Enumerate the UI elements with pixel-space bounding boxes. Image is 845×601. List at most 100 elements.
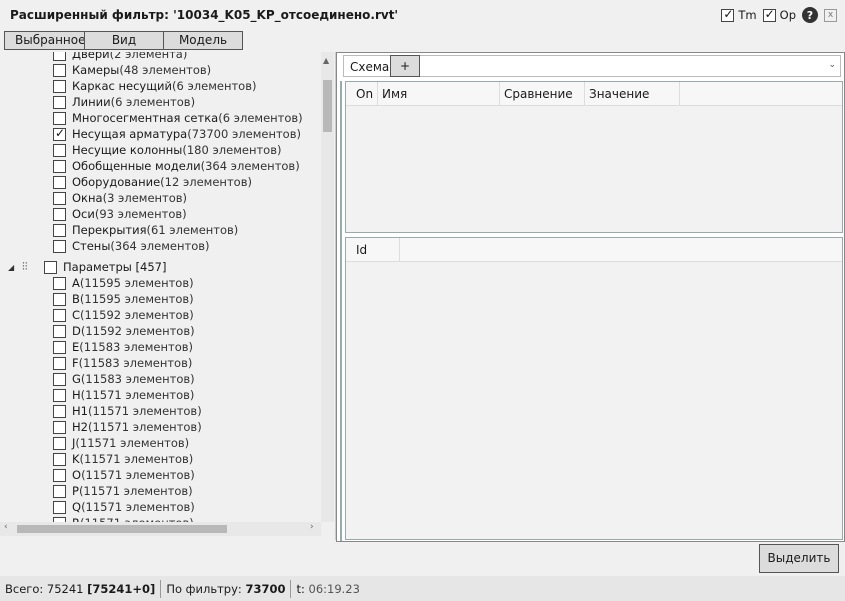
category-checkbox[interactable] [53, 79, 66, 93]
category-checkbox[interactable] [53, 223, 66, 237]
window-title: Расширенный фильтр: '10034_K05_KP_отсоед… [10, 8, 399, 22]
parameter-count: (11571 элементов) [81, 500, 195, 514]
tree-group-parameters[interactable]: ◢ ⫶⫶ Параметры [457] [8, 259, 166, 275]
tree-item-category[interactable]: Перекрытия (61 элементов) [53, 222, 238, 238]
tree-item-category[interactable]: Линии (6 элементов) [53, 94, 195, 110]
category-checkbox[interactable] [53, 95, 66, 109]
tree-item-category[interactable]: Несущие колонны (180 элементов) [53, 142, 281, 158]
horizontal-scrollbar[interactable]: ‹ › [0, 522, 321, 536]
filter-panel: Схема + ⌄ On Имя Сравнение Значение Id [336, 52, 845, 542]
category-checkbox[interactable] [53, 239, 66, 253]
category-checkbox[interactable] [53, 159, 66, 173]
tree-item-category[interactable]: Каркас несущий (6 элементов) [53, 78, 256, 94]
add-schema-button[interactable]: + [390, 55, 420, 77]
parameter-checkbox[interactable] [53, 500, 66, 514]
tree-item-parameter[interactable]: F (11583 элементов) [53, 355, 192, 371]
tree-item-parameter[interactable]: P (11571 элементов) [53, 483, 193, 499]
scroll-up-icon[interactable]: ▲ [323, 56, 329, 65]
expand-arrow-icon[interactable]: ◢ [8, 263, 18, 272]
tree-item-parameter[interactable]: D (11592 элементов) [53, 323, 195, 339]
parameter-label: P [72, 484, 79, 498]
parameter-checkbox[interactable] [53, 468, 66, 482]
tree-item-parameter[interactable]: J (11571 элементов) [53, 435, 189, 451]
tree-item-category[interactable]: Многосегментная сетка (6 элементов) [53, 110, 303, 126]
tree-item-parameter[interactable]: H2 (11571 элементов) [53, 419, 202, 435]
tm-checkbox-box[interactable] [721, 7, 735, 22]
schema-dropdown[interactable]: Схема + ⌄ [343, 55, 841, 77]
tree-item-category[interactable]: Камеры (48 элементов) [53, 62, 211, 78]
category-checkbox[interactable] [53, 191, 66, 205]
parameter-checkbox[interactable] [53, 356, 66, 370]
scroll-right-icon[interactable]: › [310, 522, 314, 532]
parameter-checkbox[interactable] [53, 340, 66, 354]
close-icon[interactable]: x [824, 8, 837, 22]
parameter-count: (11583 элементов) [79, 340, 194, 354]
tree-item-category[interactable]: Оборудование (12 элементов) [53, 174, 252, 190]
tree-item-parameter[interactable]: Q (11571 элементов) [53, 499, 195, 515]
column-id[interactable]: Id [352, 238, 400, 262]
op-checkbox-box[interactable] [762, 7, 776, 22]
column-comparison[interactable]: Сравнение [500, 82, 585, 106]
tree-item-parameter[interactable]: H1 (11571 элементов) [53, 403, 202, 419]
splitter[interactable] [340, 81, 342, 541]
status-total: Всего: 75241 [75241+0] [0, 579, 162, 598]
select-button[interactable]: Выделить [759, 544, 839, 573]
category-checkbox[interactable] [53, 143, 66, 157]
op-checkbox[interactable]: Op [762, 7, 796, 22]
category-checkbox[interactable] [53, 63, 66, 77]
parameters-checkbox[interactable] [44, 260, 57, 274]
tree-item-category[interactable]: Окна (3 элементов) [53, 190, 187, 206]
tree-item-parameter[interactable]: G (11583 элементов) [53, 371, 195, 387]
parameter-checkbox[interactable] [53, 420, 66, 434]
tree-item-category[interactable]: Несущая арматура (73700 элементов) [53, 126, 301, 142]
tree-item-parameter[interactable]: A (11595 элементов) [53, 275, 194, 291]
column-on[interactable]: On [352, 82, 378, 106]
category-checkbox[interactable] [53, 207, 66, 221]
tree-item-parameter[interactable]: H (11571 элементов) [53, 387, 194, 403]
parameter-checkbox[interactable] [53, 484, 66, 498]
category-count: (93 элементов) [94, 207, 187, 221]
parameter-count: (11571 элементов) [87, 420, 202, 434]
parameter-checkbox[interactable] [53, 276, 66, 290]
parameter-checkbox[interactable] [53, 436, 66, 450]
parameter-checkbox[interactable] [53, 292, 66, 306]
vertical-scrollbar[interactable]: ▲ [321, 52, 334, 522]
scroll-thumb[interactable] [17, 525, 227, 533]
tm-checkbox[interactable]: Tm [721, 7, 757, 22]
parameter-checkbox[interactable] [53, 388, 66, 402]
chevron-down-icon[interactable]: ⌄ [828, 60, 836, 70]
tree-item-parameter[interactable]: E (11583 элементов) [53, 339, 193, 355]
column-value[interactable]: Значение [585, 82, 680, 106]
category-checkbox[interactable] [53, 52, 66, 61]
parameter-checkbox[interactable] [53, 404, 66, 418]
parameter-label: H1 [72, 404, 88, 418]
category-checkbox[interactable] [53, 175, 66, 189]
parameters-label: Параметры [457] [63, 260, 167, 274]
tab-model[interactable]: Модель [163, 31, 243, 50]
scroll-thumb[interactable] [323, 80, 332, 132]
tab-view[interactable]: Вид [84, 31, 164, 50]
parameter-checkbox[interactable] [53, 372, 66, 386]
help-icon[interactable]: ? [802, 7, 818, 23]
tree-item-category[interactable]: Обобщенные модели (364 элементов) [53, 158, 300, 174]
ids-grid[interactable]: Id [345, 237, 843, 540]
parameter-checkbox[interactable] [53, 308, 66, 322]
category-checkbox[interactable] [53, 111, 66, 125]
tree-item-parameter[interactable]: K (11571 элементов) [53, 451, 193, 467]
tree-item-category[interactable]: Стены (364 элементов) [53, 238, 210, 254]
tab-selected[interactable]: Выбранное [4, 31, 86, 50]
scroll-left-icon[interactable]: ‹ [4, 522, 8, 532]
tree-item-category[interactable]: Оси (93 элементов) [53, 206, 187, 222]
conditions-grid[interactable]: On Имя Сравнение Значение [345, 81, 843, 233]
parameter-checkbox[interactable] [53, 324, 66, 338]
tree-item-category[interactable]: Двери (2 элемента) [53, 52, 187, 62]
column-name[interactable]: Имя [378, 82, 500, 106]
parameter-label: H [72, 388, 81, 402]
category-checkbox[interactable] [53, 126, 66, 141]
category-count: (3 элементов) [102, 191, 188, 205]
category-label: Оборудование [72, 175, 161, 189]
parameter-checkbox[interactable] [53, 452, 66, 466]
tree-item-parameter[interactable]: O (11571 элементов) [53, 467, 195, 483]
tree-item-parameter[interactable]: C (11592 элементов) [53, 307, 194, 323]
tree-item-parameter[interactable]: B (11595 элементов) [53, 291, 194, 307]
